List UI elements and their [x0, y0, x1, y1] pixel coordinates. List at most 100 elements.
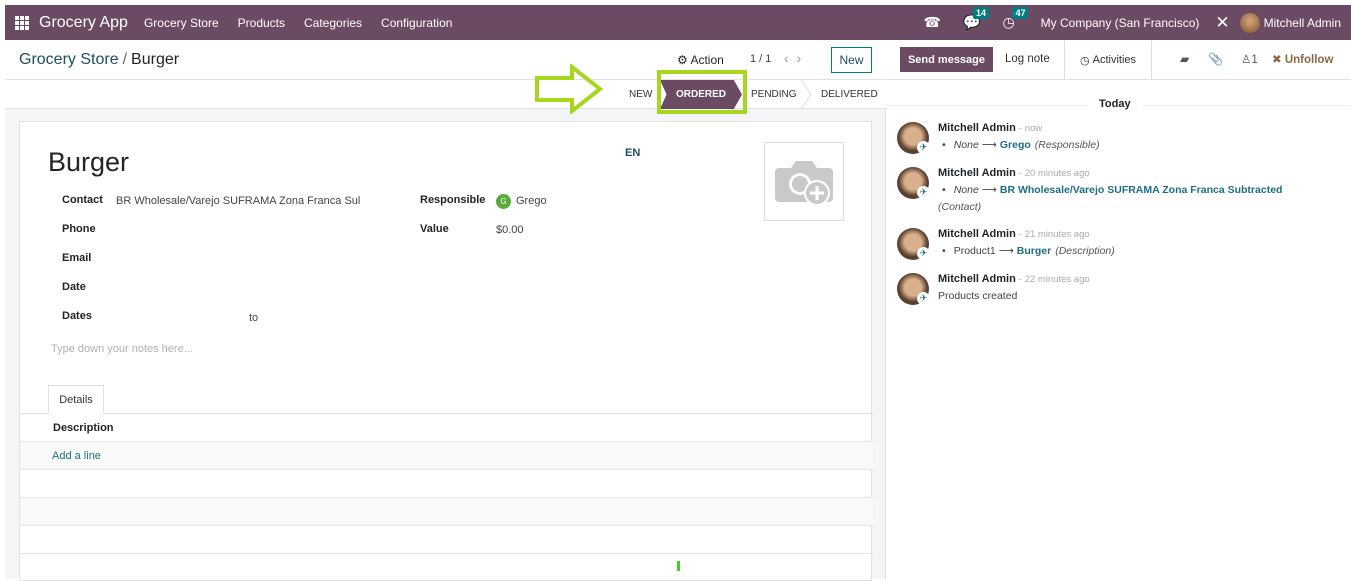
- responsible-label: Responsible: [420, 194, 486, 206]
- message-header: Mitchell Admin - 22 minutes ago: [938, 273, 1090, 285]
- action-label: Action: [690, 53, 724, 67]
- arrow-right-icon: ⟶: [981, 139, 997, 151]
- apps-menu-icon[interactable]: [15, 15, 29, 30]
- activities-button[interactable]: ◷ Activities: [1064, 40, 1152, 80]
- empty-row: [20, 526, 873, 554]
- control-panel: Grocery Store / Burger ⚙ Action 1 / 1 ‹› N…: [5, 40, 886, 80]
- user-avatar[interactable]: [1239, 12, 1260, 33]
- record-title[interactable]: Burger: [48, 147, 129, 178]
- message-body: Products created: [938, 290, 1018, 302]
- arrow-right-icon: ⟶: [998, 245, 1014, 257]
- paperclip-icon[interactable]: 📎: [1208, 52, 1223, 66]
- author-name[interactable]: Mitchell Admin: [938, 228, 1016, 240]
- activities-badge: 47: [1012, 7, 1029, 19]
- chevron-right-icon[interactable]: ›: [797, 50, 810, 66]
- menu-configuration[interactable]: Configuration: [381, 16, 452, 30]
- camera-add-icon: [775, 160, 833, 206]
- highlight-arrow-icon: [535, 64, 604, 114]
- menu-products[interactable]: Products: [238, 16, 285, 30]
- author-name[interactable]: Mitchell Admin: [938, 273, 1016, 285]
- highlight-box: [657, 70, 747, 114]
- dates-to: to: [249, 312, 259, 324]
- notes-field[interactable]: Type down your notes here...: [51, 343, 193, 355]
- stage-pending[interactable]: PENDING: [751, 80, 797, 109]
- messages-badge: 14: [973, 7, 990, 19]
- followers-button[interactable]: ♙1: [1241, 52, 1258, 66]
- airplane-icon: ✈: [917, 186, 930, 199]
- user-menu[interactable]: Mitchell Admin: [1264, 16, 1341, 30]
- message-header: Mitchell Admin - 20 minutes ago: [938, 167, 1090, 179]
- value-field[interactable]: $0.00: [496, 224, 524, 236]
- add-line-row: Add a line: [20, 442, 873, 470]
- lines-header-row: Description: [20, 414, 873, 442]
- value-label: Value: [420, 223, 449, 235]
- image-upload[interactable]: [764, 142, 844, 221]
- user-icon: ♙: [1241, 54, 1252, 66]
- message-header: Mitchell Admin - now: [938, 122, 1042, 134]
- old-value: None: [953, 184, 979, 196]
- airplane-icon: ✈: [917, 292, 930, 305]
- action-button[interactable]: ⚙ Action: [677, 53, 724, 67]
- field-name: (Responsible): [1034, 139, 1100, 151]
- new-value: Grego: [999, 139, 1031, 151]
- activities-clock-icon[interactable]: ◷ 47: [1002, 7, 1029, 31]
- followers-count: 1: [1251, 54, 1258, 66]
- arrow-right-icon: ⟶: [981, 184, 997, 196]
- debug-tools-icon[interactable]: ✕: [1215, 13, 1229, 33]
- pager-nav: ‹›: [784, 50, 809, 66]
- menu-grocery-store[interactable]: Grocery Store: [144, 16, 219, 30]
- book-icon[interactable]: ▰: [1180, 52, 1189, 66]
- contact-field[interactable]: BR Wholesale/Varejo SUFRAMA Zona Franca …: [116, 195, 360, 207]
- top-navbar: Grocery App Grocery Store Products Categ…: [5, 5, 1351, 40]
- send-message-button[interactable]: Send message: [900, 47, 993, 72]
- close-icon: ✖: [1272, 54, 1285, 66]
- stage-new[interactable]: NEW: [629, 80, 652, 109]
- menu-categories[interactable]: Categories: [304, 16, 362, 30]
- breadcrumb: Grocery Store / Burger: [19, 51, 179, 69]
- empty-row: [20, 470, 873, 498]
- contact-label: Contact: [62, 194, 103, 206]
- tab-details[interactable]: Details: [48, 385, 104, 414]
- today-label: Today: [1087, 98, 1143, 110]
- form-view: Grocery Store / Burger ⚙ Action 1 / 1 ‹› N…: [5, 40, 886, 581]
- empty-row: [20, 498, 873, 526]
- message-date: - now: [1018, 123, 1043, 134]
- tracking-value: • None ⟶ BR Wholesale/Varejo SUFRAMA Zona F…: [942, 184, 1283, 196]
- unfollow-button[interactable]: ✖ Unfollow: [1272, 52, 1333, 66]
- cursor-marker: [677, 561, 680, 571]
- email-label: Email: [62, 252, 92, 264]
- unfollow-label: Unfollow: [1284, 54, 1334, 66]
- log-note-button[interactable]: Log note: [1005, 53, 1050, 65]
- new-value: Burger: [1016, 245, 1052, 257]
- responsible-avatar: G: [496, 194, 511, 209]
- date-label: Date: [62, 281, 86, 293]
- field-name: (Description): [1055, 245, 1115, 257]
- new-button[interactable]: New: [831, 47, 872, 73]
- chevron-left-icon[interactable]: ‹: [784, 50, 797, 66]
- responsible-field[interactable]: Grego: [516, 195, 547, 207]
- app-name[interactable]: Grocery App: [39, 14, 128, 32]
- author-name[interactable]: Mitchell Admin: [938, 122, 1016, 134]
- breadcrumb-parent[interactable]: Grocery Store: [19, 51, 119, 68]
- old-value: Product1: [953, 245, 996, 257]
- airplane-icon: ✈: [917, 141, 930, 154]
- phone-label: Phone: [62, 223, 96, 235]
- stage-delivered[interactable]: DELIVERED: [821, 80, 878, 109]
- old-value: None: [953, 139, 979, 151]
- company-switcher[interactable]: My Company (San Francisco): [1041, 16, 1200, 30]
- column-description[interactable]: Description: [53, 422, 114, 434]
- message-date: - 20 minutes ago: [1018, 168, 1090, 179]
- author-name[interactable]: Mitchell Admin: [938, 167, 1016, 179]
- add-line-link[interactable]: Add a line: [52, 450, 101, 462]
- airplane-icon: ✈: [917, 247, 930, 260]
- dates-label: Dates: [62, 310, 92, 322]
- language-button[interactable]: EN: [625, 147, 640, 159]
- activities-label: Activities: [1092, 54, 1137, 66]
- messages-icon[interactable]: 💬 14: [963, 7, 990, 31]
- phone-icon[interactable]: ☎: [924, 14, 941, 31]
- message-header: Mitchell Admin - 21 minutes ago: [938, 228, 1090, 240]
- pager-value[interactable]: 1 / 1: [750, 53, 771, 65]
- message-date: - 22 minutes ago: [1018, 274, 1090, 285]
- breadcrumb-separator: /: [122, 51, 128, 68]
- tracking-value: • None ⟶ Grego (Responsible): [942, 139, 1100, 151]
